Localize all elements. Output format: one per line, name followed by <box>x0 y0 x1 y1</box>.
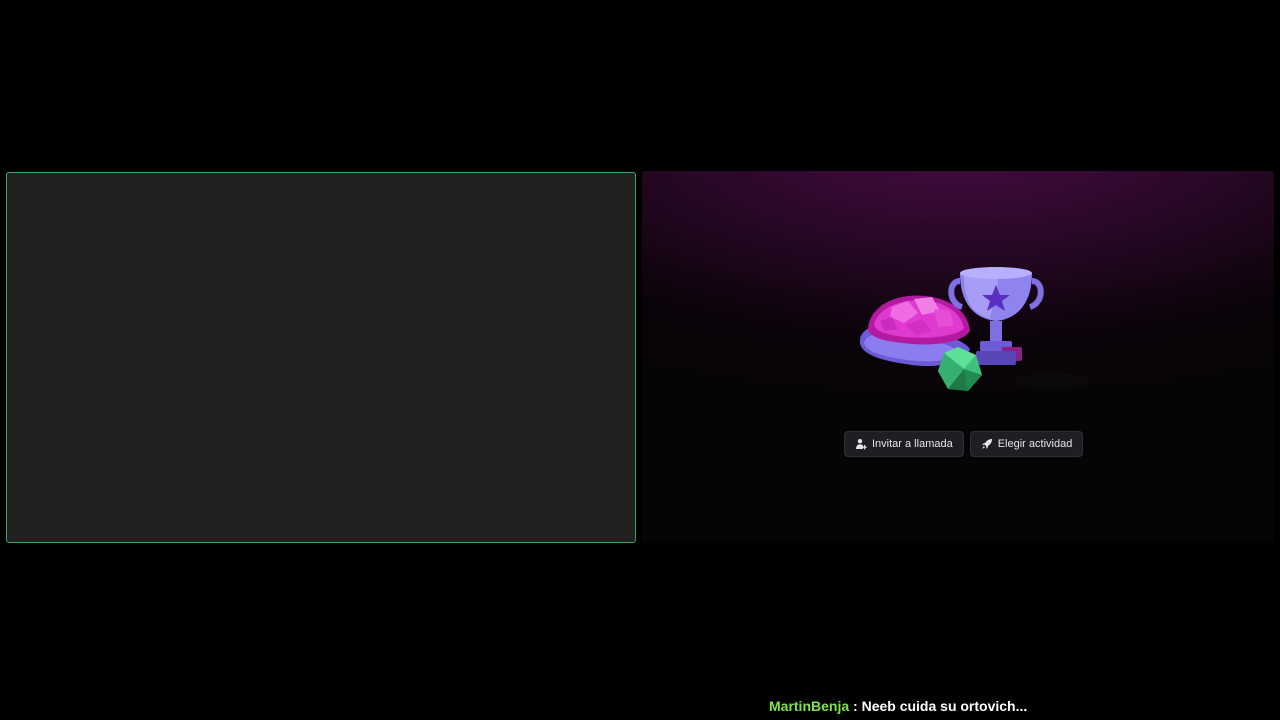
call-stage: Invitar a llamada Elegir actividad Marti… <box>0 0 1280 720</box>
activity-panel: Invitar a llamada Elegir actividad <box>642 171 1274 543</box>
trophy-shell-dice-illustration <box>852 251 1102 411</box>
add-person-icon <box>855 438 867 450</box>
activity-buttons: Invitar a llamada Elegir actividad <box>844 431 1084 457</box>
rocket-icon <box>981 438 993 450</box>
participant-video-tile[interactable] <box>6 172 636 543</box>
choose-activity-button[interactable]: Elegir actividad <box>969 431 1084 457</box>
invite-to-call-label: Invitar a llamada <box>872 438 953 450</box>
chat-message-text: Neeb cuida su ortovich... <box>861 698 1028 714</box>
chat-overlay-message: MartinBenja : Neeb cuida su ortovich... <box>769 698 1027 714</box>
illustration-svg <box>859 267 1090 391</box>
choose-activity-label: Elegir actividad <box>997 438 1073 450</box>
chat-separator: : <box>849 698 862 714</box>
invite-to-call-button[interactable]: Invitar a llamada <box>844 431 964 457</box>
chat-username: MartinBenja <box>769 698 850 714</box>
